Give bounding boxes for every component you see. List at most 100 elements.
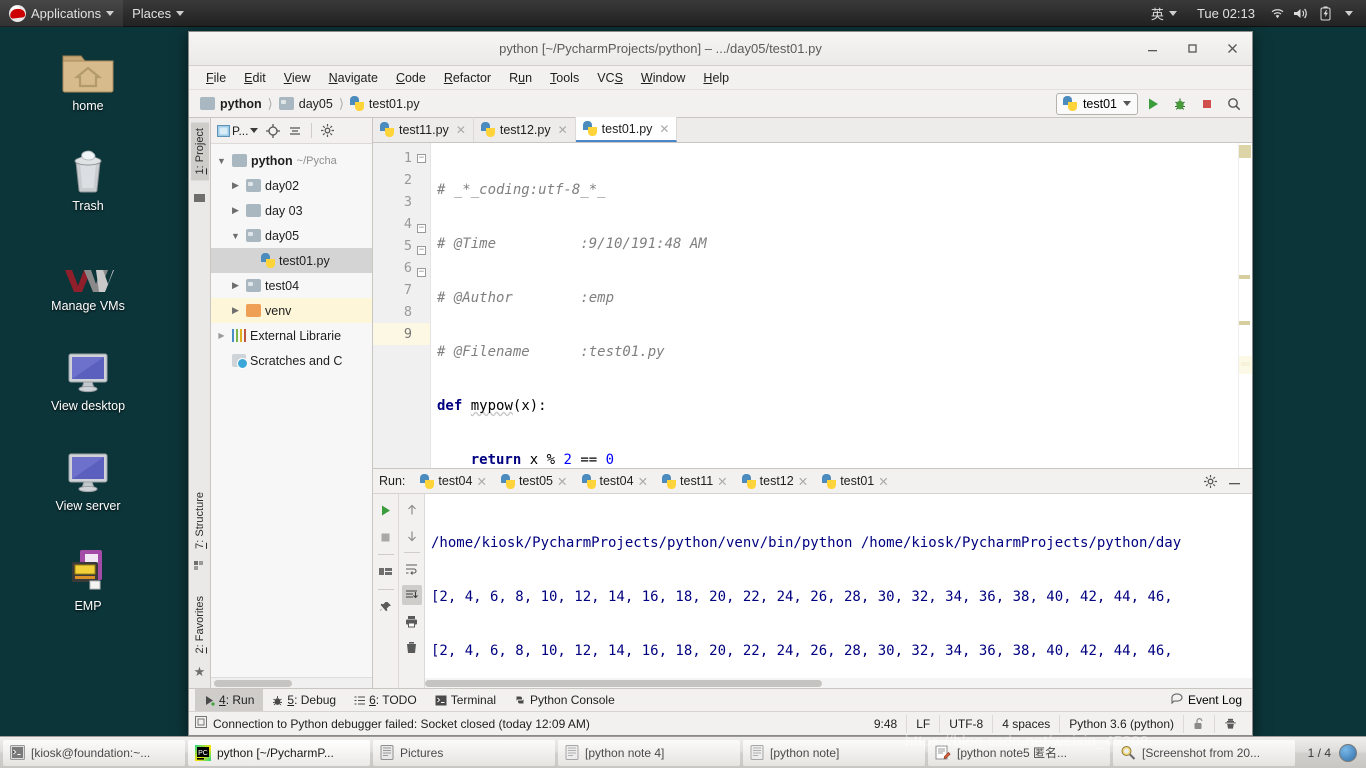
wifi-icon[interactable] — [1266, 0, 1288, 27]
menu-file[interactable]: FFileile — [197, 66, 235, 90]
chevron-down-icon[interactable]: ▼ — [229, 231, 242, 241]
warning-marker[interactable] — [1239, 321, 1250, 325]
event-log-label[interactable]: Event Log — [1188, 693, 1242, 707]
fold-marker-icon[interactable]: − — [416, 267, 427, 278]
menu-tools[interactable]: Tools — [541, 66, 588, 90]
desktop-icon-trash[interactable]: Trash — [33, 142, 143, 213]
taskbar-item-screenshot[interactable]: [Screenshot from 20... — [1113, 739, 1295, 766]
menu-view[interactable]: View — [275, 66, 320, 90]
close-icon[interactable]: ✕ — [456, 123, 466, 137]
run-tab-test12[interactable]: test12 ✕ — [735, 473, 816, 489]
layout-icon[interactable] — [376, 562, 396, 582]
tree-item-day05[interactable]: ▼ day05 — [211, 223, 372, 248]
editor-marker-bar[interactable] — [1238, 143, 1252, 468]
toolwindow-todo[interactable]: 6: TODO — [345, 689, 426, 712]
desktop-icon-manage-vms[interactable]: Manage VMs — [33, 242, 143, 313]
maximize-button[interactable] — [1172, 32, 1212, 66]
close-icon[interactable]: ✕ — [798, 474, 808, 489]
project-tree[interactable]: ▼ python ~/Pycha ▶ day02 ▶ day 03 ▼ day0… — [211, 144, 372, 677]
close-icon[interactable]: ✕ — [638, 474, 648, 489]
caret-position[interactable]: 9:48 — [865, 715, 906, 733]
settings-gear-icon[interactable] — [319, 123, 336, 138]
pin-icon[interactable] — [376, 597, 396, 617]
battery-icon[interactable] — [1314, 0, 1336, 27]
run-tab-test01[interactable]: test01 ✕ — [815, 473, 896, 489]
tree-item-external-libraries[interactable]: ▶ External Librarie — [211, 323, 372, 348]
indent-setting[interactable]: 4 spaces — [992, 714, 1059, 733]
collapse-all-icon[interactable] — [286, 123, 304, 139]
file-encoding[interactable]: UTF-8 — [939, 714, 992, 733]
minimize-button[interactable] — [1132, 32, 1172, 66]
run-button[interactable] — [1141, 92, 1165, 116]
taskbar-item-python-note5[interactable]: [python note5 匿名... — [928, 739, 1110, 766]
tree-item-python[interactable]: ▼ python ~/Pycha — [211, 148, 372, 173]
desktop-icon-view-server[interactable]: View server — [33, 442, 143, 513]
editor-gutter[interactable]: 1 2 3 4 5 6 7 8 9 − − − − — [373, 143, 431, 468]
run-console-output[interactable]: /home/kiosk/PycharmProjects/python/venv/… — [425, 494, 1252, 688]
inspector-icon[interactable] — [1214, 714, 1246, 733]
menu-code[interactable]: Code — [387, 66, 435, 90]
close-icon[interactable]: ✕ — [557, 474, 567, 489]
menu-refactor[interactable]: Refactor — [435, 66, 500, 90]
toolwindow-python-console[interactable]: Python Console — [505, 689, 624, 712]
applications-menu[interactable]: Applications — [0, 0, 124, 27]
tree-item-day02[interactable]: ▶ day02 — [211, 173, 372, 198]
python-interpreter[interactable]: Python 3.6 (python) — [1059, 714, 1183, 733]
volume-icon[interactable] — [1290, 0, 1312, 27]
close-icon[interactable]: ✕ — [558, 123, 568, 137]
project-view-selector[interactable]: P... — [215, 123, 260, 139]
warning-marker[interactable] — [1239, 275, 1250, 279]
tree-item-test04[interactable]: ▶ test04 — [211, 273, 372, 298]
close-button[interactable] — [1212, 32, 1252, 66]
menu-window[interactable]: Window — [632, 66, 694, 90]
run-tab-test04-1[interactable]: test04 ✕ — [413, 473, 494, 489]
taskbar-item-python-note-4[interactable]: [python note 4] — [558, 739, 740, 766]
desktop-icon-view-desktop[interactable]: View desktop — [33, 342, 143, 413]
tree-item-day03[interactable]: ▶ day 03 — [211, 198, 372, 223]
rerun-icon[interactable] — [376, 500, 396, 520]
clock[interactable]: Tue 02:13 — [1188, 0, 1264, 27]
search-icon[interactable] — [1222, 92, 1246, 116]
desktop-icon-emp[interactable]: EMP — [33, 542, 143, 613]
menu-vcs[interactable]: VCS — [588, 66, 632, 90]
menu-help[interactable]: Help — [694, 66, 738, 90]
close-icon[interactable]: ✕ — [476, 474, 486, 489]
soft-wrap-icon[interactable] — [402, 559, 422, 579]
chevron-right-icon[interactable]: ▶ — [229, 280, 242, 291]
close-icon[interactable]: ✕ — [717, 474, 727, 489]
chevron-right-icon[interactable]: ▶ — [229, 205, 242, 216]
breadcrumb-project[interactable]: python — [195, 93, 267, 115]
stop-button[interactable] — [1195, 92, 1219, 116]
chevron-right-icon[interactable]: ▶ — [215, 331, 228, 340]
menu-navigate[interactable]: Navigate — [320, 66, 387, 90]
scroll-to-end-icon[interactable] — [401, 585, 422, 605]
tool-tab-structure[interactable]: 7: Structure — [191, 486, 209, 555]
tool-tab-favorites[interactable]: 2: Favorites — [191, 590, 209, 659]
workspace-switcher-icon[interactable] — [1339, 743, 1357, 762]
taskbar-item-pycharm[interactable]: PC python [~/PycharmP... — [188, 739, 370, 766]
clear-all-icon[interactable] — [402, 637, 422, 657]
minimize-icon[interactable] — [1224, 471, 1244, 491]
code-text[interactable]: # _*_coding:utf-8_*_ # @Time :9/10/191:4… — [431, 143, 1238, 468]
places-menu[interactable]: Places — [123, 0, 193, 27]
run-tab-test05[interactable]: test05 ✕ — [494, 473, 575, 489]
menu-edit[interactable]: Edit — [235, 66, 275, 90]
desktop-icon-home[interactable]: home — [33, 42, 143, 113]
run-configuration-selector[interactable]: test01 — [1055, 92, 1138, 115]
window-titlebar[interactable]: python [~/PycharmProjects/python] – .../… — [189, 32, 1252, 66]
console-hscrollbar[interactable] — [425, 678, 1252, 688]
tree-item-venv[interactable]: ▶ venv — [211, 298, 372, 323]
toolwindow-terminal[interactable]: Terminal — [426, 689, 505, 712]
settings-gear-icon[interactable] — [1200, 471, 1220, 491]
chevron-down-icon[interactable] — [1338, 0, 1360, 27]
locate-icon[interactable] — [264, 123, 282, 139]
fold-marker-icon[interactable]: − — [416, 153, 427, 164]
stop-icon[interactable] — [376, 527, 396, 547]
tool-tab-project[interactable]: 1: Project — [190, 122, 209, 181]
chevron-down-icon[interactable]: ▼ — [215, 156, 228, 166]
close-icon[interactable]: ✕ — [659, 122, 669, 136]
chevron-right-icon[interactable]: ▶ — [229, 180, 242, 191]
editor-tab-test11[interactable]: test11.py ✕ — [373, 117, 474, 142]
toolwindow-debug[interactable]: 5: Debug — [263, 689, 345, 712]
toolwindow-run[interactable]: 4: Run — [195, 688, 264, 712]
